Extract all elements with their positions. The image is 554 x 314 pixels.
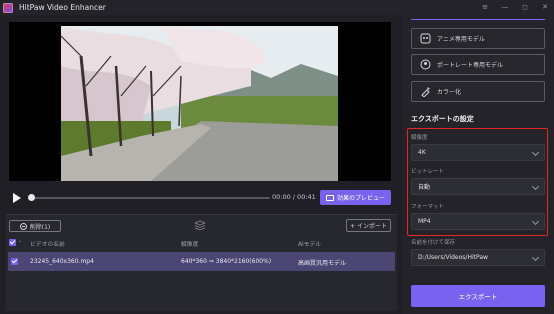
colorize-label: カラー化 (437, 89, 462, 96)
chevron-down-icon[interactable]: ⌄ (18, 238, 22, 244)
format-dropdown[interactable]: MP4 (411, 213, 545, 230)
video-frame (61, 26, 338, 181)
time-readout: 00:00 / 00:41 (272, 193, 316, 201)
settings-panel: アニメ専用モデル ポートレート専用モデル カラー化 エクスポートの設定 解像度 … (402, 15, 554, 314)
portrait-model-label: ポートレート専用モデル (437, 62, 504, 69)
bitrate-dropdown[interactable]: 自動 (411, 178, 545, 195)
layers-icon[interactable] (194, 220, 206, 230)
chevron-down-icon (531, 253, 540, 262)
select-all-checkbox[interactable] (9, 239, 16, 246)
maximize-icon[interactable]: ◻ (520, 1, 530, 13)
bitrate-value: 自動 (418, 184, 431, 191)
row-resolution: 640*360 ⇒ 3840*2160(600%) (181, 258, 272, 265)
portrait-icon (420, 59, 431, 70)
menu-icon[interactable]: ≡ (480, 1, 490, 13)
portrait-model-button[interactable]: ポートレート専用モデル (411, 54, 545, 75)
camera-icon (325, 194, 334, 201)
close-icon[interactable]: ✕ (540, 1, 550, 13)
colorize-icon (421, 87, 430, 97)
title-bar: HitPaw Video Enhancer ≡ — ◻ ✕ (0, 0, 554, 15)
row-ai-model: 高画質汎用モデル (298, 260, 347, 267)
format-value: MP4 (418, 218, 431, 225)
export-settings-title: エクスポートの設定 (411, 115, 474, 123)
file-list-panel: 削除(1) + インポート ⌄ ビデオの名前 解像度 AIモデル 23245_6… (6, 214, 397, 311)
resolution-value: 4K (418, 149, 426, 156)
save-as-label: 名前を付けて保存 (411, 240, 456, 246)
chevron-down-icon (531, 217, 540, 226)
column-video-name: ビデオの名前 (30, 242, 65, 248)
chevron-down-icon (531, 148, 540, 157)
column-resolution: 解像度 (181, 242, 199, 248)
format-label: フォーマット (411, 204, 445, 210)
bitrate-label: ビットレート (411, 169, 445, 175)
seek-bar[interactable] (30, 197, 270, 199)
import-button[interactable]: + インポート (346, 219, 391, 232)
row-checkbox[interactable] (11, 258, 18, 265)
workspace: 00:00 / 00:41 効果のプレビュー 削除(1) + インポート ⌄ ビ… (6, 19, 397, 311)
divider (411, 19, 545, 20)
row-file-name: 23245_640x360.mp4 (30, 258, 94, 265)
app-logo-icon (3, 2, 13, 13)
minimize-icon[interactable]: — (500, 1, 510, 13)
player-controls: 00:00 / 00:41 効果のプレビュー (6, 187, 397, 209)
list-header: ⌄ ビデオの名前 解像度 AIモデル (6, 237, 397, 249)
save-path-dropdown[interactable]: D:/Users/Videos/HitPaw (411, 249, 545, 266)
table-row[interactable]: 23245_640x360.mp4 640*360 ⇒ 3840*2160(60… (8, 252, 395, 271)
video-preview (9, 22, 391, 181)
seek-handle[interactable] (28, 194, 35, 201)
anime-model-label: アニメ専用モデル (437, 36, 485, 43)
column-ai-model: AIモデル (298, 242, 322, 248)
preview-button-label: 効果のプレビュー (336, 195, 385, 202)
delete-button-label: 削除(1) (29, 223, 51, 231)
import-button-label: + インポート (350, 223, 387, 230)
resolution-label: 解像度 (411, 135, 428, 141)
preview-effect-button[interactable]: 効果のプレビュー (320, 190, 391, 205)
anime-icon (420, 33, 431, 44)
app-title: HitPaw Video Enhancer (19, 3, 106, 12)
colorize-button[interactable]: カラー化 (411, 81, 545, 102)
delete-button[interactable]: 削除(1) (9, 220, 61, 232)
save-path-value: D:/Users/Videos/HitPaw (418, 254, 488, 261)
export-button-label: エクスポート (458, 293, 498, 301)
resolution-dropdown[interactable]: 4K (411, 144, 545, 161)
minus-circle-icon (19, 222, 27, 230)
play-icon[interactable] (12, 193, 22, 203)
anime-model-button[interactable]: アニメ専用モデル (411, 28, 545, 49)
chevron-down-icon (531, 182, 540, 191)
export-button[interactable]: エクスポート (411, 285, 545, 307)
